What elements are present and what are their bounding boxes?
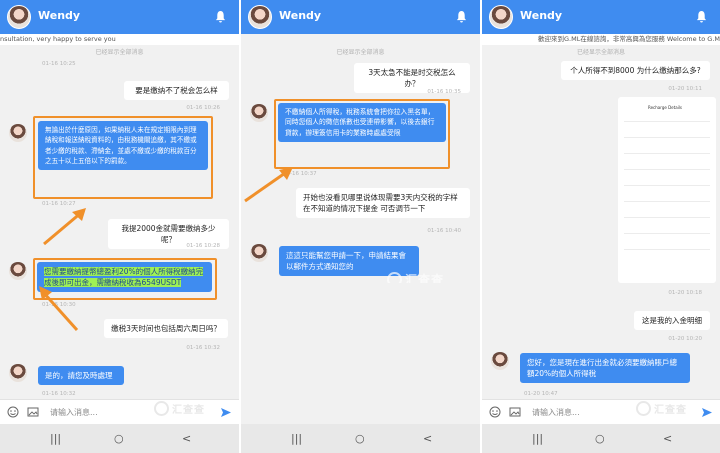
back-button[interactable]: <: [663, 432, 672, 445]
watermark-logo: 汇查查: [154, 401, 205, 416]
arrow-annotation: [244, 167, 293, 203]
message-time: 01-20 10:47: [524, 391, 558, 397]
image-title: Recharge Details: [648, 105, 682, 110]
android-nav-bar: ||| ○ <: [241, 424, 480, 453]
sent-message[interactable]: 开始也没看见哪里说体现需要3天内交税的字样在不知道的情况下提金 可否调节一下: [296, 188, 470, 218]
message-time: 01-20 10:18: [668, 290, 702, 296]
received-message[interactable]: 無論出於什麼原因，如果納稅人未在規定期限內到理納稅和報送納稅資料的，由稅務機關追…: [38, 121, 208, 171]
message-time: 01-16 10:35: [427, 89, 461, 95]
image-attachment[interactable]: Recharge Details: [618, 97, 716, 283]
contact-avatar[interactable]: [7, 5, 31, 29]
contact-name: Wendy: [38, 9, 81, 22]
history-notice: 已经显示全部消息: [576, 49, 625, 56]
chat-header: Wendy: [0, 0, 239, 34]
bell-icon[interactable]: [215, 10, 226, 23]
chat-header: Wendy: [482, 0, 720, 34]
agent-avatar: [250, 104, 268, 122]
chat-panel-1: Wendy nsultation, very happy to serve yo…: [0, 0, 239, 453]
message-time: 01-16 10:32: [186, 345, 220, 351]
image-row: [624, 217, 710, 218]
history-notice: 已经显示全部消息: [336, 49, 385, 56]
message-input[interactable]: 请输入消息...: [532, 407, 580, 418]
home-button[interactable]: ○: [114, 432, 124, 445]
image-row: [624, 121, 710, 122]
agent-avatar: [9, 364, 27, 382]
image-icon[interactable]: [27, 406, 39, 418]
message-time: 01-16 10:25: [42, 61, 76, 67]
contact-name: Wendy: [520, 9, 563, 22]
sent-message[interactable]: 要是缴纳不了税会怎么样: [124, 81, 229, 100]
arrow-annotation: [39, 286, 79, 332]
chat-panel-2: Wendy 已经显示全部消息 3天太急不能是时交税怎么办？ 01-16 10:3…: [241, 0, 480, 453]
received-message[interactable]: 不繳納個人所得稅，稅務系統會把你拉入黑名單，同時您個人的徵信係數也受連帶影響，以…: [278, 103, 446, 142]
message-input[interactable]: 请输入消息...: [50, 407, 98, 418]
message-time: 01-16 10:28: [186, 243, 220, 249]
recent-apps-button[interactable]: |||: [50, 432, 61, 445]
contact-avatar[interactable]: [248, 5, 272, 29]
agent-avatar: [250, 244, 268, 262]
message-time: 01-16 10:32: [42, 391, 76, 397]
bell-icon[interactable]: [456, 10, 467, 23]
image-row: [624, 233, 710, 234]
marquee-banner: 歡迎來到G.ML在線諮詢，非常高興為您服務 Welcome to G.ML: [482, 34, 720, 45]
emoji-icon[interactable]: [7, 406, 19, 418]
send-icon[interactable]: [701, 407, 713, 418]
image-row: [624, 169, 710, 170]
contact-name: Wendy: [279, 9, 322, 22]
watermark-logo: 汇查查: [636, 401, 687, 416]
message-time: 01-16 10:40: [427, 228, 461, 234]
message-time: 01-16 10:26: [186, 105, 220, 111]
android-nav-bar: ||| ○ <: [0, 424, 239, 453]
image-row: [624, 185, 710, 186]
chat-header: Wendy: [241, 0, 480, 34]
arrow-annotation: [43, 208, 86, 246]
back-button[interactable]: <: [423, 432, 432, 445]
received-message[interactable]: 您好，您是現在進行出金就必須要繳納賬戶總額20%的個人所得稅: [520, 353, 690, 383]
back-button[interactable]: <: [182, 432, 191, 445]
send-icon[interactable]: [220, 407, 232, 418]
image-row: [624, 201, 710, 202]
sent-message[interactable]: 缴税3天时间也包括周六周日吗？: [104, 319, 228, 338]
agent-avatar: [491, 352, 509, 370]
marquee-banner: nsultation, very happy to serve you: [0, 34, 239, 45]
message-time: 01-20 10:20: [668, 336, 702, 342]
history-notice: 已经显示全部消息: [95, 49, 144, 56]
screenshot-collage: Wendy nsultation, very happy to serve yo…: [0, 0, 720, 453]
recent-apps-button[interactable]: |||: [291, 432, 302, 445]
image-row: [624, 249, 710, 250]
agent-avatar: [9, 124, 27, 142]
message-time: 01-20 10:11: [668, 86, 702, 92]
received-message[interactable]: 是的，請您及時處理: [38, 366, 124, 385]
image-icon[interactable]: [509, 406, 521, 418]
image-row: [624, 137, 710, 138]
home-button[interactable]: ○: [355, 432, 365, 445]
emoji-icon[interactable]: [489, 406, 501, 418]
agent-avatar: [9, 262, 27, 280]
bell-icon[interactable]: [696, 10, 707, 23]
recent-apps-button[interactable]: |||: [532, 432, 543, 445]
contact-avatar[interactable]: [489, 5, 513, 29]
sent-message[interactable]: 个人所得不到8000 为什么缴纳那么多?: [561, 61, 710, 80]
android-nav-bar: ||| ○ <: [482, 424, 720, 453]
sent-message[interactable]: 这是我的入金明细: [634, 311, 710, 330]
home-button[interactable]: ○: [595, 432, 605, 445]
image-row: [624, 153, 710, 154]
